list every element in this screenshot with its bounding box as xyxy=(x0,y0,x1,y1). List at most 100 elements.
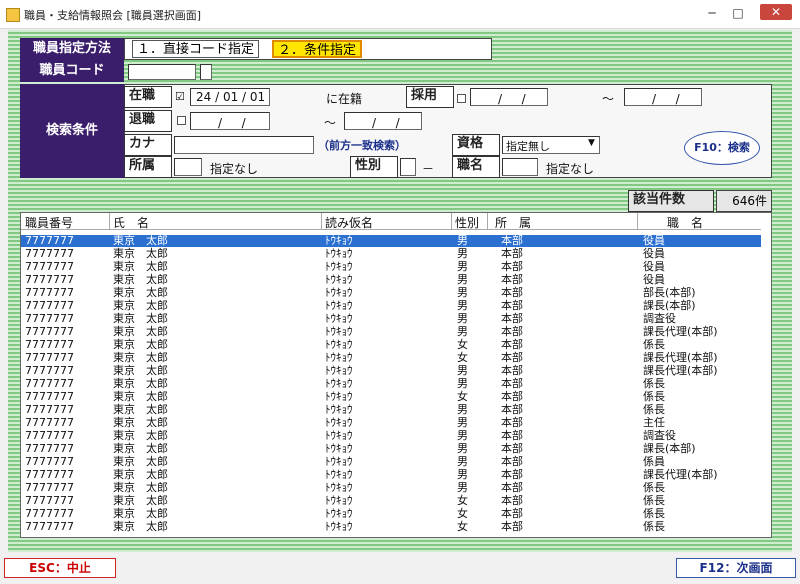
kana-input[interactable] xyxy=(174,136,314,154)
header-gender[interactable]: 性別 xyxy=(455,214,479,231)
cell-staff-no: 7777777 xyxy=(25,286,74,299)
title-bar: 職員・支給情報照会 [職員選択画面] ─ □ ✕ xyxy=(0,0,800,29)
shozoku-code-input[interactable] xyxy=(174,158,202,176)
table-row[interactable]: 7777777 東京 太郎 ﾄｳｷｮｳ 男 本部 課長代理(本部) xyxy=(21,469,761,481)
cell-gender: 女 xyxy=(457,507,468,520)
cell-gender: 男 xyxy=(457,234,468,247)
table-row[interactable]: 7777777 東京 太郎 ﾄｳｷｮｳ 女 本部 係長 xyxy=(21,521,761,533)
mode-option-direct[interactable]: １．直接コード指定 xyxy=(132,40,260,58)
table-row[interactable]: 7777777 東京 太郎 ﾄｳｷｮｳ 男 本部 役員 xyxy=(21,274,761,286)
shokumei-label: 職名 xyxy=(452,156,500,178)
close-button[interactable]: ✕ xyxy=(760,4,792,20)
header-dept[interactable]: 所 属 xyxy=(495,214,531,231)
cell-dept: 本部 xyxy=(501,390,523,403)
shikaku-label: 資格 xyxy=(452,134,500,156)
cell-kana: ﾄｳｷｮｳ xyxy=(325,312,353,325)
table-row[interactable]: 7777777 東京 太郎 ﾄｳｷｮｳ 女 本部 係長 xyxy=(21,339,761,351)
table-row[interactable]: 7777777 東京 太郎 ﾄｳｷｮｳ 男 本部 課長代理(本部) xyxy=(21,326,761,338)
table-row[interactable]: 7777777 東京 太郎 ﾄｳｷｮｳ 男 本部 役員 xyxy=(21,235,761,247)
cell-dept: 本部 xyxy=(501,377,523,390)
cell-gender: 男 xyxy=(457,442,468,455)
cell-kana: ﾄｳｷｮｳ xyxy=(325,416,353,429)
cell-staff-no: 7777777 xyxy=(25,338,74,351)
shokumei-value: 指定なし xyxy=(546,162,595,176)
zaishoku-checkbox[interactable]: ☑ xyxy=(175,90,185,103)
search-button[interactable]: F10：検索 xyxy=(684,131,760,165)
search-form: 職員指定方法 １．直接コード指定 ２．条件指定 職員コード 検索条件 在職 ☑ … xyxy=(20,38,772,178)
cell-dept: 本部 xyxy=(501,442,523,455)
cell-staff-no: 7777777 xyxy=(25,273,74,286)
header-name[interactable]: 氏 名 xyxy=(113,214,149,231)
cell-staff-no: 7777777 xyxy=(25,455,74,468)
cell-gender: 男 xyxy=(457,299,468,312)
table-row[interactable]: 7777777 東京 太郎 ﾄｳｷｮｳ 男 本部 部長(本部) xyxy=(21,287,761,299)
table-row[interactable]: 7777777 東京 太郎 ﾄｳｷｮｳ 男 本部 課長(本部) xyxy=(21,300,761,312)
cell-title: 役員 xyxy=(643,273,665,286)
table-row[interactable]: 7777777 東京 太郎 ﾄｳｷｮｳ 男 本部 役員 xyxy=(21,248,761,260)
cell-name: 東京 太郎 xyxy=(113,286,168,299)
esc-cancel-button[interactable]: ESC：中止 xyxy=(4,558,116,578)
staff-code-input[interactable] xyxy=(128,64,196,80)
cell-dept: 本部 xyxy=(501,429,523,442)
table-row[interactable]: 7777777 東京 太郎 ﾄｳｷｮｳ 男 本部 係員 xyxy=(21,456,761,468)
cell-title: 課長代理(本部) xyxy=(643,325,718,338)
cell-title: 課長代理(本部) xyxy=(643,364,718,377)
cell-gender: 男 xyxy=(457,455,468,468)
header-staff-no[interactable]: 職員番号 xyxy=(25,214,73,231)
saiyo-checkbox[interactable] xyxy=(457,94,466,103)
cell-staff-no: 7777777 xyxy=(25,364,74,377)
cell-gender: 男 xyxy=(457,312,468,325)
header-title[interactable]: 職 名 xyxy=(667,214,703,231)
cell-gender: 男 xyxy=(457,273,468,286)
table-row[interactable]: 7777777 東京 太郎 ﾄｳｷｮｳ 女 本部 課長代理(本部) xyxy=(21,352,761,364)
taishoku-checkbox[interactable] xyxy=(177,116,186,125)
cell-title: 課長(本部) xyxy=(643,442,696,455)
search-condition-label: 検索条件 xyxy=(20,84,124,178)
table-row[interactable]: 7777777 東京 太郎 ﾄｳｷｮｳ 男 本部 係長 xyxy=(21,378,761,390)
table-row[interactable]: 7777777 東京 太郎 ﾄｳｷｮｳ 男 本部 調査役 xyxy=(21,430,761,442)
cell-title: 主任 xyxy=(643,416,665,429)
cell-gender: 男 xyxy=(457,247,468,260)
cell-name: 東京 太郎 xyxy=(113,299,168,312)
cell-dept: 本部 xyxy=(501,286,523,299)
saiyo-to-slashes: / / xyxy=(652,92,680,106)
shokumei-code-input[interactable] xyxy=(502,158,538,176)
table-row[interactable]: 7777777 東京 太郎 ﾄｳｷｮｳ 男 本部 主任 xyxy=(21,417,761,429)
cell-name: 東京 太郎 xyxy=(113,429,168,442)
cell-staff-no: 7777777 xyxy=(25,520,74,533)
table-row[interactable]: 7777777 東京 太郎 ﾄｳｷｮｳ 男 本部 係長 xyxy=(21,404,761,416)
table-row[interactable]: 7777777 東京 太郎 ﾄｳｷｮｳ 女 本部 係長 xyxy=(21,495,761,507)
cell-name: 東京 太郎 xyxy=(113,455,168,468)
table-row[interactable]: 7777777 東京 太郎 ﾄｳｷｮｳ 男 本部 調査役 xyxy=(21,313,761,325)
cell-staff-no: 7777777 xyxy=(25,390,74,403)
taishoku-to-slashes: / / xyxy=(372,116,400,130)
cell-gender: 男 xyxy=(457,260,468,273)
vertical-scrollbar[interactable] xyxy=(761,229,771,537)
kana-label: カナ xyxy=(124,134,172,156)
table-row[interactable]: 7777777 東京 太郎 ﾄｳｷｮｳ 男 本部 役員 xyxy=(21,261,761,273)
cell-name: 東京 太郎 xyxy=(113,312,168,325)
cell-title: 部長(本部) xyxy=(643,286,696,299)
cell-gender: 女 xyxy=(457,390,468,403)
cell-kana: ﾄｳｷｮｳ xyxy=(325,468,353,481)
table-row[interactable]: 7777777 東京 太郎 ﾄｳｷｮｳ 女 本部 係長 xyxy=(21,508,761,520)
seibetsu-input[interactable] xyxy=(400,158,416,176)
table-row[interactable]: 7777777 東京 太郎 ﾄｳｷｮｳ 女 本部 係長 xyxy=(21,391,761,403)
cell-staff-no: 7777777 xyxy=(25,507,74,520)
cell-name: 東京 太郎 xyxy=(113,390,168,403)
maximize-button[interactable]: □ xyxy=(730,6,746,20)
header-kana[interactable]: 読み仮名 xyxy=(325,214,373,231)
f12-next-button[interactable]: F12：次画面 xyxy=(676,558,796,578)
cell-dept: 本部 xyxy=(501,481,523,494)
cell-kana: ﾄｳｷｮｳ xyxy=(325,351,353,364)
table-row[interactable]: 7777777 東京 太郎 ﾄｳｷｮｳ 男 本部 課長代理(本部) xyxy=(21,365,761,377)
mode-option-condition[interactable]: ２．条件指定 xyxy=(272,40,363,58)
table-row[interactable]: 7777777 東京 太郎 ﾄｳｷｮｳ 男 本部 係長 xyxy=(21,482,761,494)
cell-name: 東京 太郎 xyxy=(113,364,168,377)
zaishoku-label: 在職 xyxy=(124,86,172,108)
minimize-button[interactable]: ─ xyxy=(704,6,720,20)
cell-gender: 女 xyxy=(457,520,468,533)
table-row[interactable]: 7777777 東京 太郎 ﾄｳｷｮｳ 男 本部 課長(本部) xyxy=(21,443,761,455)
staff-code-suffix-input[interactable] xyxy=(200,64,212,80)
dropdown-arrow-icon: ▼ xyxy=(588,138,595,148)
